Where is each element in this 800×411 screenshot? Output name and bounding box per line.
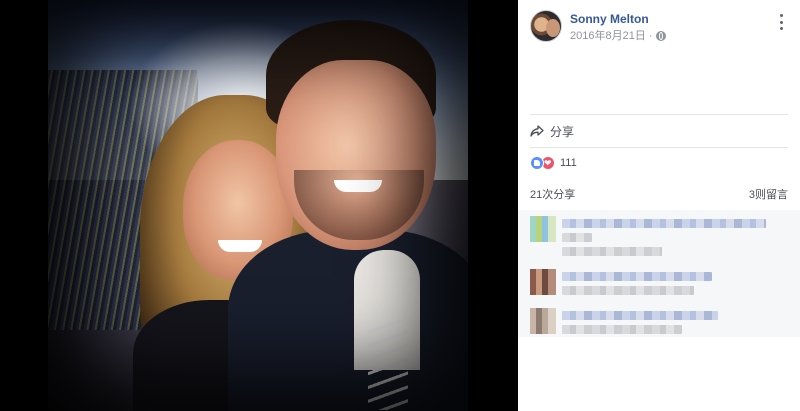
comment-item	[530, 269, 788, 300]
reactions-summary[interactable]: 111	[530, 148, 788, 178]
post-date[interactable]: 2016年8月21日	[570, 29, 646, 43]
blurred-comment-meta	[562, 286, 694, 295]
post-meta: 2016年8月21日 ·	[570, 29, 666, 43]
photo-pane	[0, 0, 518, 411]
share-count[interactable]: 21次分享	[530, 186, 575, 202]
share-label: 分享	[550, 124, 575, 139]
author-avatar[interactable]	[530, 10, 562, 42]
commenter-avatar[interactable]	[530, 269, 556, 295]
comment-count[interactable]: 3则留言	[749, 186, 788, 202]
commenter-avatar[interactable]	[530, 216, 556, 242]
blurred-comment-meta	[562, 247, 662, 256]
comments-list	[518, 210, 800, 337]
comment-item	[530, 308, 788, 339]
like-icon	[530, 156, 544, 170]
post-header: Sonny Melton 2016年8月21日 ·	[530, 0, 788, 58]
blurred-comment-text	[562, 272, 712, 281]
blurred-comment-text	[562, 219, 766, 228]
commenter-avatar[interactable]	[530, 308, 556, 334]
blurred-comment-text	[562, 311, 718, 320]
globe-icon[interactable]	[655, 31, 666, 41]
post-stats: 21次分享 3则留言	[530, 178, 788, 210]
blurred-comment-meta	[562, 325, 682, 334]
share-button[interactable]: 分享	[530, 115, 788, 147]
reaction-count: 111	[560, 157, 577, 169]
author-name[interactable]: Sonny Melton	[570, 11, 666, 27]
photo-viewer: Sonny Melton 2016年8月21日 · 分享 ❤ 111 21次分享…	[0, 0, 800, 411]
blurred-comment-text	[562, 233, 592, 242]
more-vertical-icon[interactable]	[774, 14, 788, 30]
share-arrow-icon	[530, 125, 544, 137]
comment-item	[530, 216, 788, 261]
meta-separator: ·	[648, 30, 653, 42]
post-photo[interactable]	[48, 0, 468, 411]
post-side-panel: Sonny Melton 2016年8月21日 · 分享 ❤ 111 21次分享…	[518, 0, 800, 411]
